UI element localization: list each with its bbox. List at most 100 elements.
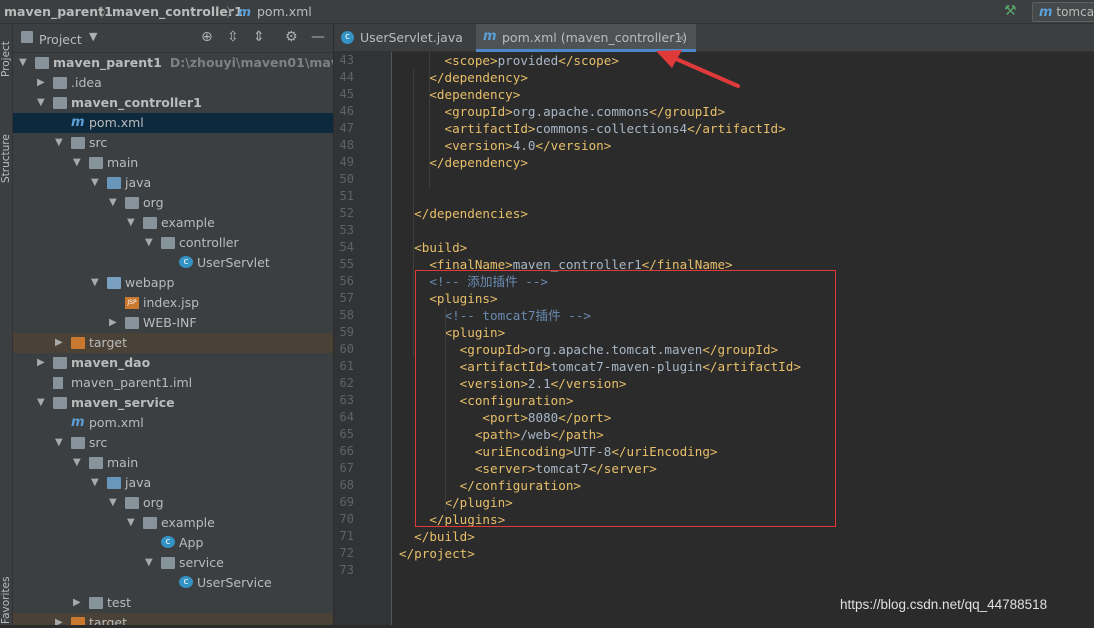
line-number: 61 [339,359,354,373]
tree-item-label: src [89,435,108,450]
tree-item[interactable]: m pom.xml [13,413,333,433]
chevron-right-icon[interactable]: ▶ [73,593,85,613]
tree-item-label: target [89,335,128,350]
tree-item[interactable]: ▶ .idea [13,73,333,93]
line-number: 52 [339,206,354,220]
chevron-down-icon[interactable]: ▼ [73,153,85,173]
xml-tag: </scope> [558,53,619,68]
tree-item-label: UserService [197,575,272,590]
breadcrumb-project[interactable]: maven_parent1 [4,4,113,19]
line-number: 43 [339,53,354,67]
chevron-right-icon[interactable]: ▶ [109,313,121,333]
chevron-down-icon[interactable]: ▼ [73,453,85,473]
favorites-tool-window-button[interactable]: Favorites [0,572,13,628]
tree-item[interactable]: maven_parent1.iml [13,373,333,393]
chevron-down-icon[interactable]: ▼ [37,93,49,113]
tab-userservlet[interactable]: c UserServlet.java [334,24,474,52]
tree-item[interactable]: ▶ maven_dao [13,353,333,373]
gear-icon[interactable]: ⚙ [285,29,298,45]
run-configuration-dropdown[interactable]: m tomcat [1032,2,1094,22]
line-number-gutter: 43 44 45 46 47 48 49 50 51 52 53 54 55 56 57 58 59 60 61 62… [334,52,392,625]
tree-item[interactable]: ▼ src [13,133,333,153]
tree-item[interactable]: ▼ java [13,173,333,193]
tree-item[interactable]: ▼ controller [13,233,333,253]
chevron-down-icon[interactable]: ▼ [127,513,139,533]
module-folder-icon [53,397,67,409]
line-number: 58 [339,308,354,322]
xml-tag: </artifactId> [687,121,786,136]
module-folder-icon [53,357,67,369]
xml-tag: </dependency> [429,155,528,170]
tree-item-label: maven_controller1 [71,95,202,110]
tree-item-label: example [161,515,215,530]
chevron-down-icon[interactable]: ▼ [89,30,97,43]
chevron-down-icon[interactable]: ▼ [91,473,103,493]
code-line: </dependency> [399,69,528,86]
chevron-down-icon[interactable]: ▼ [109,493,121,513]
chevron-down-icon[interactable]: ▼ [109,193,121,213]
tree-item[interactable]: ▼ maven_parent1D:\zhouyi\maven01\maven_pa… [13,53,333,73]
minimize-icon[interactable]: — [311,29,325,45]
tree-item[interactable]: ▼ example [13,513,333,533]
chevron-down-icon[interactable]: ▼ [145,233,157,253]
project-view-selector[interactable]: Project [39,32,82,47]
tree-item[interactable]: m pom.xml [13,113,333,133]
locate-file-icon[interactable]: ⊕ [201,29,213,45]
tree-item[interactable]: ▼ org [13,493,333,513]
tree-item[interactable]: ▼ service [13,553,333,573]
tree-item[interactable]: ▶ WEB-INF [13,313,333,333]
xml-tag: </project> [399,546,475,561]
xml-tag: </dependencies> [414,206,528,221]
tree-item[interactable]: ▶ test [13,593,333,613]
package-icon [125,197,139,209]
breadcrumb-file[interactable]: pom.xml [257,4,312,19]
tree-item[interactable]: c UserService [13,573,333,593]
tree-item[interactable]: ▼ maven_service [13,393,333,413]
tree-item[interactable]: ▼ main [13,153,333,173]
package-icon [161,557,175,569]
xml-tag: </version> [535,138,612,153]
tree-item[interactable]: JSP index.jsp [13,293,333,313]
chevron-down-icon[interactable]: ▼ [55,133,67,153]
web-folder-icon [107,277,121,289]
breadcrumb-module[interactable]: maven_controller1 [112,4,243,19]
tree-item[interactable]: ▼ main [13,453,333,473]
chevron-down-icon[interactable]: ▼ [37,393,49,413]
tree-item[interactable]: c App [13,533,333,553]
tree-item-label: UserServlet [197,255,270,270]
structure-stripe-label: Structure [0,134,12,184]
source-folder-icon [107,177,121,189]
chevron-right-icon[interactable]: ▶ [37,73,49,93]
tree-item[interactable]: ▼ example [13,213,333,233]
tree-item[interactable]: ▼ maven_controller1 [13,93,333,113]
project-tool-window-button[interactable]: Project [0,30,13,88]
chevron-down-icon[interactable]: ▼ [19,53,31,73]
tree-item[interactable]: c UserServlet [13,253,333,273]
tree-item-label: maven_service [71,395,175,410]
line-number: 49 [339,155,354,169]
chevron-down-icon[interactable]: ▼ [91,173,103,193]
structure-tool-window-button[interactable]: Structure [0,124,13,194]
chevron-down-icon[interactable]: ▼ [145,553,157,573]
collapse-all-icon[interactable]: ⇕ [253,29,265,45]
chevron-right-icon[interactable]: ▶ [37,353,49,373]
tree-item[interactable]: ▼ org [13,193,333,213]
line-number: 62 [339,376,354,390]
chevron-down-icon[interactable]: ▼ [55,433,67,453]
tree-item[interactable]: ▶ target [13,613,333,625]
chevron-right-icon[interactable]: ▶ [55,333,67,353]
tree-item[interactable]: ▼ src [13,433,333,453]
build-hammer-icon[interactable]: ⚒ [1004,3,1017,19]
chevron-down-icon[interactable]: ▼ [127,213,139,233]
expand-all-icon[interactable]: ⇳ [227,29,239,45]
tree-item-label: java [125,175,152,190]
chevron-right-icon[interactable]: ▶ [55,613,67,625]
chevron-down-icon[interactable]: ▼ [91,273,103,293]
tree-item[interactable]: ▼ webapp [13,273,333,293]
code-line: </dependencies> [399,205,528,222]
project-tool-window: Project ▼ ⊕ ⇳ ⇕ ⚙ — ▼ maven_parent1 D:\zho… [13,24,344,625]
tree-item[interactable]: ▶ target [13,333,333,353]
tree-item[interactable]: ▼ java [13,473,333,493]
